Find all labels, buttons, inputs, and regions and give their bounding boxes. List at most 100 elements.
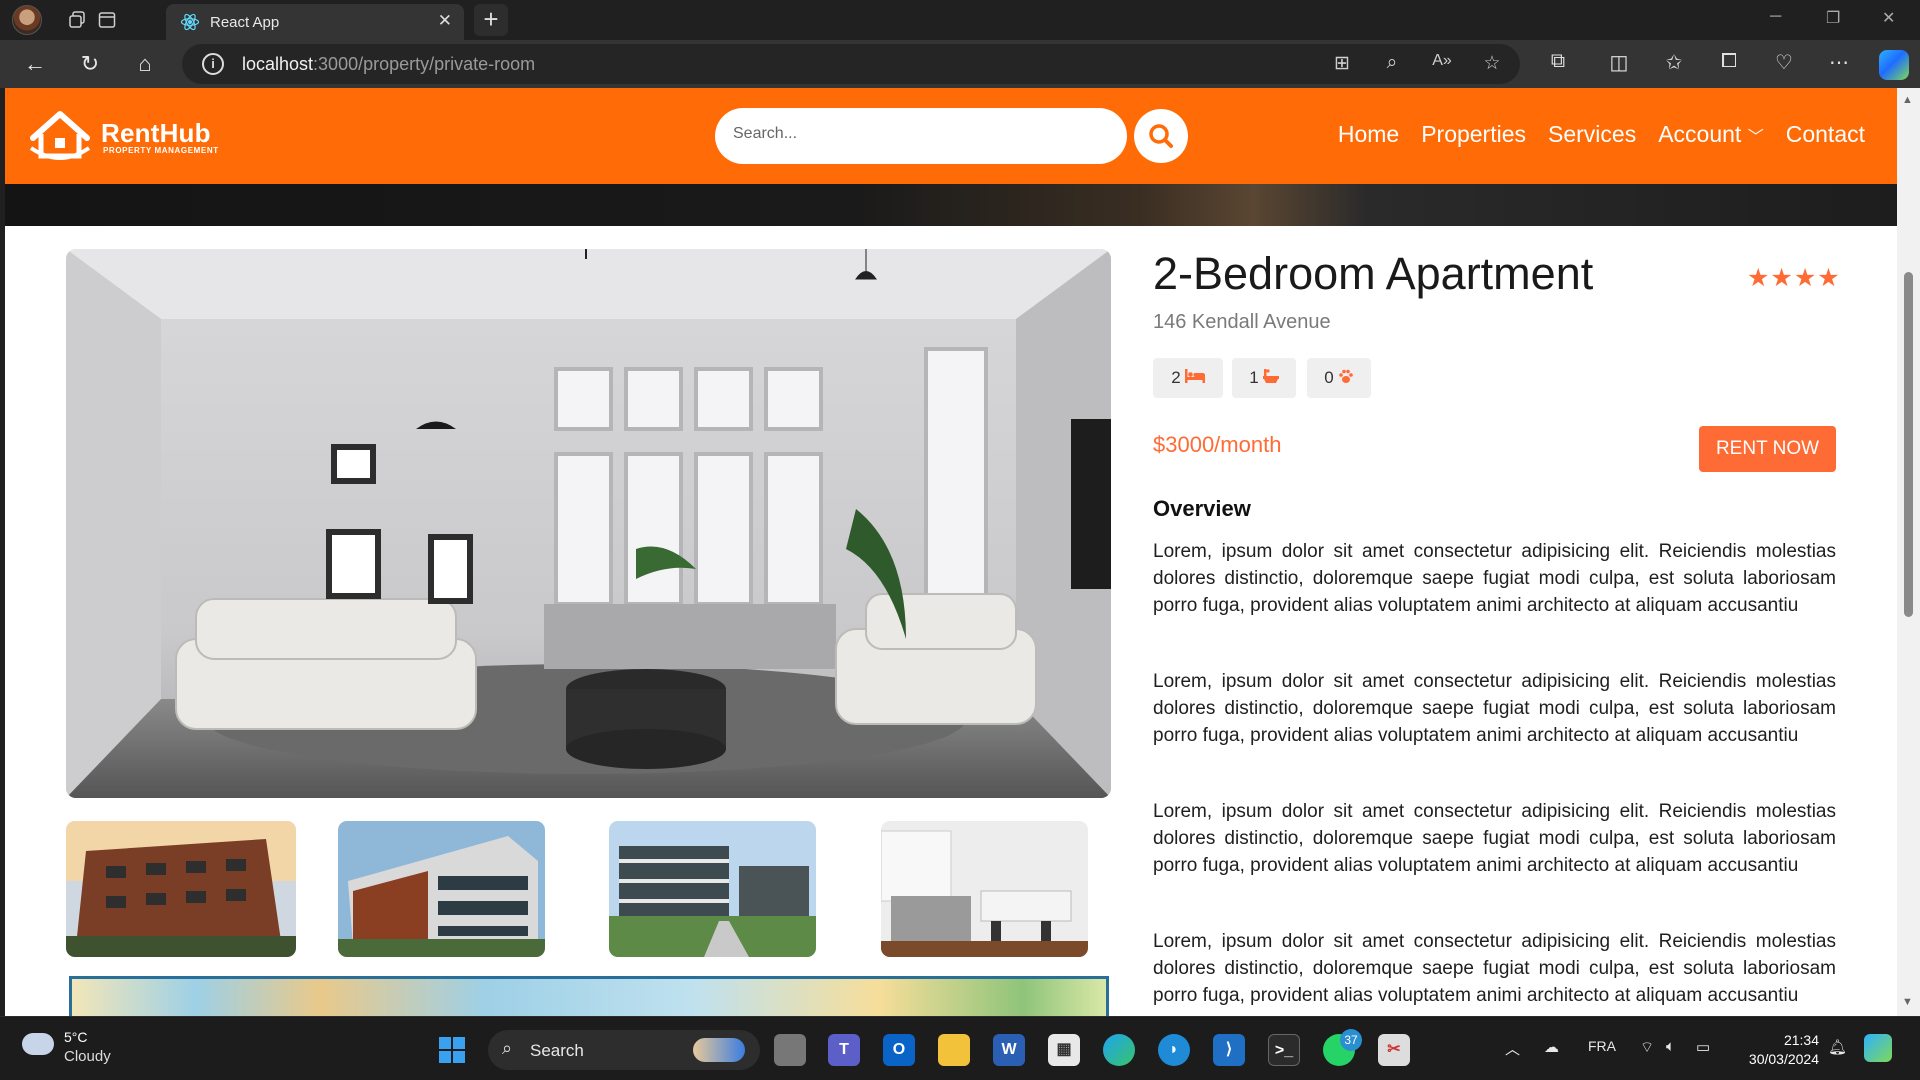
tab-title: React App [210,14,280,31]
outlook-icon[interactable]: O [883,1034,915,1066]
whatsapp-badge: 37 [1340,1029,1362,1051]
collections-icon[interactable]: ⧠ [1714,50,1744,73]
react-favicon-icon [180,13,200,31]
search-input[interactable] [733,125,1113,143]
overview-paragraph-4: Lorem, ipsum dolor sit amet consectetur … [1153,931,1836,1006]
house-logo-icon[interactable] [27,108,93,164]
search-icon: ⌕ [502,1038,513,1058]
clock[interactable]: 21:34 30/03/2024 [1737,1031,1819,1069]
living-room-image [66,249,1111,798]
extensions-icon[interactable]: ⧉ [1543,50,1573,73]
thumbnail-photo-1[interactable] [66,821,296,957]
show-hidden-icons-icon[interactable]: ︿ [1505,1038,1520,1059]
volume-icon[interactable]: 🔈︎ [1666,1038,1675,1055]
search-highlight-icon [693,1038,745,1062]
bath-icon [1262,368,1279,388]
weather-temperature[interactable]: 5°C [64,1029,88,1045]
weather-condition[interactable]: Cloudy [64,1048,111,1065]
split-screen-icon[interactable]: ◫ [1604,50,1634,75]
edge-icon[interactable] [1103,1034,1135,1066]
language-indicator[interactable]: FRA [1588,1038,1616,1054]
browser-tab-bar: React App ✕ + ─ ❐ ✕ [0,0,1920,40]
nav-contact[interactable]: Contact [1786,121,1865,148]
onedrive-icon[interactable]: ☁ [1544,1038,1559,1056]
kitchen-photo [881,821,1088,957]
site-header: RentHub PROPERTY MANAGEMENT Home Propert… [5,88,1897,184]
start-icon[interactable] [436,1034,468,1066]
zoom-icon[interactable]: ⌕ [1379,52,1405,74]
building-photo-2 [338,821,545,957]
search-button[interactable] [1134,109,1188,163]
brand-name[interactable]: RentHub [101,118,211,149]
nav-account[interactable]: Account ﹀ [1658,121,1764,148]
battery-icon[interactable]: ▭ [1696,1038,1710,1056]
docker-icon[interactable]: ◗ [1158,1034,1190,1066]
profile-avatar[interactable] [12,5,42,35]
refresh-icon[interactable]: ↻ [75,50,105,78]
url-host: localhost [242,54,314,74]
search-box [715,108,1127,164]
nav-services[interactable]: Services [1548,121,1636,148]
home-icon[interactable]: ⌂ [130,50,160,78]
scroll-up-icon[interactable]: ▲ [1902,94,1913,106]
file-explorer-icon[interactable] [938,1034,970,1066]
more-options-icon[interactable]: ⋯ [1824,50,1854,75]
thumbnail-photo-2[interactable] [338,821,545,957]
overview-paragraph-2: Lorem, ipsum dolor sit amet consectetur … [1153,671,1836,746]
url-text[interactable]: localhost:3000/property/private-room [242,54,535,75]
taskbar-search-label: Search [530,1041,584,1060]
rent-now-button[interactable]: RENT NOW [1699,426,1836,472]
main-property-photo[interactable] [66,249,1111,798]
site-info-icon[interactable]: i [202,53,224,75]
clock-time: 21:34 [1783,1032,1819,1048]
cloud-icon[interactable] [22,1033,54,1055]
task-view-icon[interactable] [774,1034,806,1066]
minimize-icon[interactable]: ─ [1770,8,1781,26]
url-path: :3000/property/private-room [313,54,536,74]
favorites-icon[interactable]: ✩ [1659,50,1689,75]
building-photo-3 [609,821,816,957]
copilot-taskbar-icon[interactable] [1864,1034,1892,1062]
wifi-icon[interactable]: ⌔ [1640,1038,1654,1057]
teams-icon[interactable]: T [828,1034,860,1066]
browser-toolbar: ← ↻ ⌂ i localhost:3000/property/private-… [0,40,1920,88]
address-bar[interactable]: i localhost:3000/property/private-room ⊞… [182,44,1520,84]
property-address: 146 Kendall Avenue [1153,311,1331,333]
taskbar-search[interactable]: ⌕ Search [488,1030,760,1070]
read-aloud-icon[interactable]: A» [1429,52,1455,70]
back-icon[interactable]: ← [20,50,50,78]
notifications-bell-icon[interactable]: 🔔︎ [1828,1038,1847,1056]
scrollbar-thumb[interactable] [1904,272,1913,617]
close-window-icon[interactable]: ✕ [1882,8,1895,28]
bed-icon [1184,369,1205,387]
vscode-icon[interactable]: ⟩ [1213,1034,1245,1066]
app-available-icon[interactable]: ⊞ [1329,52,1355,75]
snipping-tool-icon[interactable]: ✂ [1378,1034,1410,1066]
favorite-star-icon[interactable]: ☆ [1479,52,1505,75]
paw-icon [1338,369,1354,388]
brand-tagline: PROPERTY MANAGEMENT [103,146,219,155]
thumbnail-photo-3[interactable] [609,821,816,957]
browser-essentials-icon[interactable]: ♡ [1769,50,1799,75]
tab-react-app[interactable]: React App ✕ [166,4,464,40]
location-map[interactable] [69,976,1109,1016]
new-tab-button[interactable]: + [474,4,508,36]
price-per-month: $3000/month [1153,432,1282,457]
tab-actions-icon[interactable] [94,7,120,33]
nav-account-label: Account [1658,121,1742,147]
search-icon [1149,124,1173,148]
page-scrollbar[interactable]: ▲ ▼ [1897,88,1920,1016]
close-tab-icon[interactable]: ✕ [438,11,452,31]
terminal-icon[interactable]: >_ [1268,1034,1300,1066]
rating-stars: ★★★★ [1747,264,1841,292]
nav-home[interactable]: Home [1338,121,1399,148]
scroll-down-icon[interactable]: ▼ [1902,996,1913,1008]
restore-icon[interactable]: ❐ [1826,8,1840,28]
bedrooms-count: 2 [1171,368,1181,387]
nav-properties[interactable]: Properties [1421,121,1526,148]
copilot-icon[interactable] [1879,50,1909,80]
microsoft-store-icon[interactable]: ▦ [1048,1034,1080,1066]
workspaces-icon[interactable] [64,7,90,33]
word-icon[interactable]: W [993,1034,1025,1066]
thumbnail-photo-4[interactable] [881,821,1088,957]
